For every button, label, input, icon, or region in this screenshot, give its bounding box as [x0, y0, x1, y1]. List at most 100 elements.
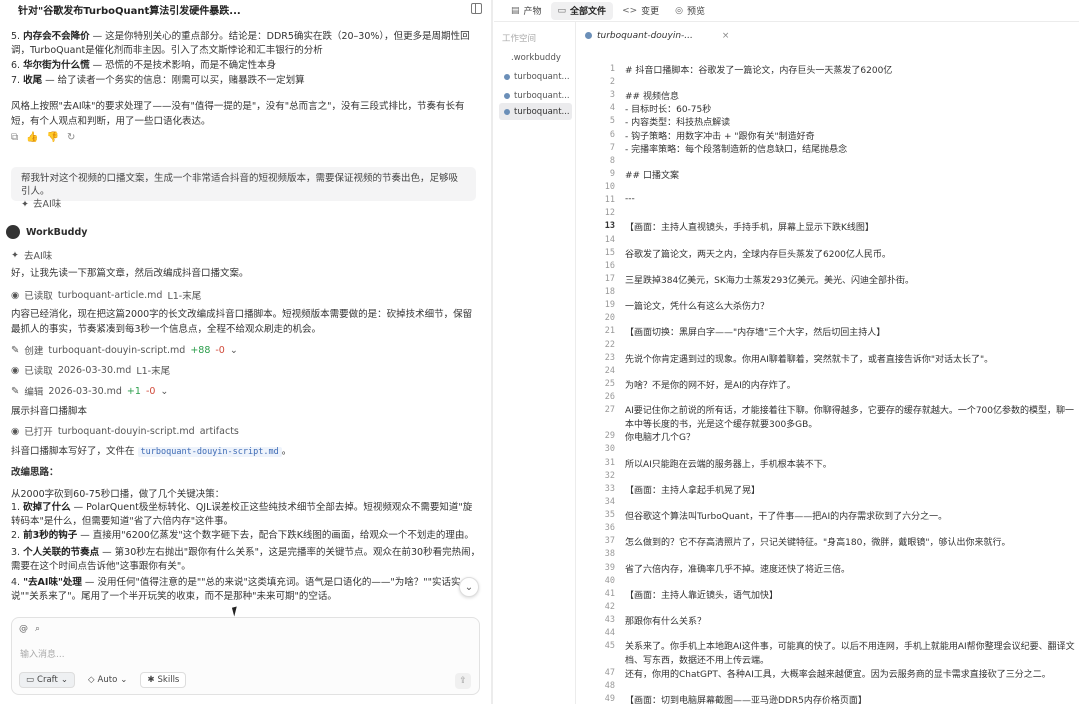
line-number: 41: [604, 588, 615, 599]
line-text: 【画面切换：黑屏白字——"内存墙"三个大字，然后切回主持人】: [625, 328, 886, 339]
line-number: 2: [609, 77, 615, 88]
show-script-text: 展示抖音口播脚本: [11, 406, 88, 417]
chat-header: 针对"谷歌发布TurboQuant算法引发硬件暴跌...: [0, 0, 490, 18]
retry-icon[interactable]: ↻: [67, 132, 75, 143]
line-number: 15: [604, 247, 615, 258]
list-item: 1. 砍掉了什么 — PolarQuent极坐标转化、QJL误差校正这些纯技术细…: [11, 502, 473, 527]
pencil-icon: ✎: [11, 385, 20, 397]
line-text: 为啥？不是你的网不好，是AI的内存炸了。: [625, 380, 796, 391]
globe-icon: ◎: [675, 5, 684, 16]
line-number: 23: [604, 352, 615, 363]
editor-tab[interactable]: turboquant-douyin-... ×: [585, 27, 729, 44]
send-button[interactable]: ⇪: [455, 673, 471, 689]
line-text: - 内容类型：科技热点解读: [625, 118, 731, 129]
line-text: - 完播率策略：每个段落制造新的信息缺口，结尾抛悬念: [625, 144, 848, 155]
file-item[interactable]: turboquant...: [499, 87, 572, 104]
line-text: ## 视频信息: [625, 92, 679, 103]
skills-icon: ✱: [147, 675, 155, 685]
message-composer[interactable]: @ ⌕ 输入消息... ▭ Craft ⌄ ◇ Auto ⌄ ✱ Skills ⇪: [11, 617, 480, 695]
markdown-icon: [504, 73, 510, 80]
intro-text: 好，让我先读一下那篇文章，然后改编成抖音口播文案。: [11, 268, 249, 279]
workspace-tabs: ▤ 产物 ▭ 全部文件 <> 变更 ◎ 预览: [494, 0, 1079, 22]
skill-chip: ✦ 去AI味: [11, 249, 53, 263]
line-number: 11: [604, 195, 615, 206]
model-select[interactable]: ◇ Auto ⌄: [81, 672, 134, 688]
list-item: 6. 华尔街为什么慌 — 恐慌的不是技术影响，而是不确定性本身: [11, 60, 277, 71]
line-number: 48: [604, 680, 615, 691]
line-number: 12: [604, 208, 615, 219]
line-number: 8: [609, 155, 615, 166]
mode-select[interactable]: ▭ Craft ⌄: [19, 672, 75, 688]
line-number: 39: [604, 562, 615, 573]
scroll-down-button[interactable]: ⌄: [459, 577, 479, 597]
tool-read[interactable]: ◉ 已读取 turboquant-article.md L1-末尾: [11, 288, 201, 303]
assistant-name: WorkBuddy: [26, 226, 88, 238]
toggle-sidebar-icon[interactable]: [471, 3, 482, 14]
line-number: 13: [604, 221, 615, 232]
line-text: 那跟你有什么关系？: [625, 617, 707, 628]
file-link[interactable]: turboquant-douyin-script.md: [137, 447, 282, 457]
tab-preview[interactable]: ◎ 预览: [668, 2, 712, 20]
line-number: 43: [604, 615, 615, 626]
mouse-cursor-icon: [231, 606, 240, 617]
thumbs-up-icon[interactable]: 👍: [26, 132, 38, 143]
line-number: 31: [604, 457, 615, 468]
code-icon: <>: [622, 5, 638, 16]
style-note: 风格上按照"去AI味"的要求处理了——没有"值得一提的是"，没有"总而言之"，没…: [11, 101, 465, 127]
idea-lead: 从2000字砍到60-75秒口播，做了几个关键决策：: [11, 489, 225, 500]
line-text: 你电脑才几个G？: [625, 433, 695, 444]
assistant-header: WorkBuddy: [6, 225, 87, 239]
thumbs-down-icon[interactable]: 👎: [47, 132, 59, 143]
line-number: 49: [604, 693, 615, 704]
line-number: 47: [604, 667, 615, 678]
tab-artifacts[interactable]: ▤ 产物: [504, 2, 549, 20]
markdown-icon: [504, 108, 510, 115]
eye-icon: ◉: [11, 364, 20, 376]
tool-read[interactable]: ◉ 已读取 2026-03-30.md L1-末尾: [11, 363, 170, 378]
file-explorer: 工作空间 .workbuddy turboquant... turboquant…: [494, 22, 576, 704]
line-number: 3: [609, 90, 615, 101]
line-number: 44: [604, 628, 615, 639]
line-number: 4: [609, 103, 615, 114]
file-item-active[interactable]: turboquant...: [499, 103, 572, 120]
avatar: [6, 225, 20, 239]
pane-divider[interactable]: [491, 0, 493, 704]
line-number: 45: [604, 641, 615, 652]
chevron-down-icon: ⌄: [120, 675, 128, 685]
at-mention-icon[interactable]: @: [19, 624, 28, 634]
message-input[interactable]: 输入消息...: [20, 647, 65, 660]
line-text: 还有，你用的ChatGPT、各种AI工具，大概率会越来越便宜。因为云服务商的显卡…: [625, 669, 1051, 680]
line-text: ---: [625, 194, 635, 205]
composer-attachments: @ ⌕: [19, 624, 40, 634]
markdown-icon: [504, 92, 510, 99]
line-text: 但谷歌这个算法叫TurboQuant，干了件事——把AI的内存需求砍到了六分之一…: [625, 512, 948, 523]
line-text: 怎么做到的？它不存高清照片了，只记关键特征。"身高180，微胖，戴眼镜"，够认出…: [625, 538, 1011, 549]
list-item: 4. "去AI味"处理 — 没用任何"值得注意的是""总的来说"这类填充词。语气…: [11, 577, 461, 602]
line-number: 30: [604, 444, 615, 455]
tool-create[interactable]: ✎ 创建 turboquant-douyin-script.md +88 -0 ⌄: [11, 343, 238, 358]
line-number: 14: [604, 234, 615, 245]
file-item[interactable]: turboquant...: [499, 68, 572, 85]
chevron-down-icon: ⌄: [60, 675, 68, 685]
tool-edit[interactable]: ✎ 编辑 2026-03-30.md +1 -0 ⌄: [11, 384, 168, 399]
line-number: 25: [604, 378, 615, 389]
tool-open[interactable]: ◉ 已打开 turboquant-douyin-script.md artifact…: [11, 424, 239, 439]
skills-button[interactable]: ✱ Skills: [140, 672, 187, 688]
line-number: 34: [604, 496, 615, 507]
line-number: 17: [604, 273, 615, 284]
code-editor: turboquant-douyin-... × 1 # 抖音口播脚本：谷歌发了一篇…: [577, 22, 1079, 706]
line-text: 【画面：主持人直视镜头，手持手机，屏幕上显示下跌K线图】: [625, 223, 874, 234]
user-message: 帮我针对这个视频的口播文案，生成一个非常适合抖音的短视频版本，需要保证视频的节奏…: [11, 167, 476, 210]
line-number: 33: [604, 483, 615, 494]
line-number: 20: [604, 313, 615, 324]
tab-changes[interactable]: <> 变更: [615, 2, 666, 20]
file-item[interactable]: .workbuddy: [499, 49, 572, 66]
line-number: 32: [604, 470, 615, 481]
paperclip-icon[interactable]: ⌕: [35, 624, 40, 634]
chevron-down-icon: ⌄: [229, 344, 238, 356]
copy-icon[interactable]: ⧉: [11, 132, 18, 143]
line-number: 19: [604, 300, 615, 311]
markdown-icon: [585, 32, 592, 39]
close-icon[interactable]: ×: [722, 31, 730, 41]
tab-all-files[interactable]: ▭ 全部文件: [550, 1, 614, 20]
